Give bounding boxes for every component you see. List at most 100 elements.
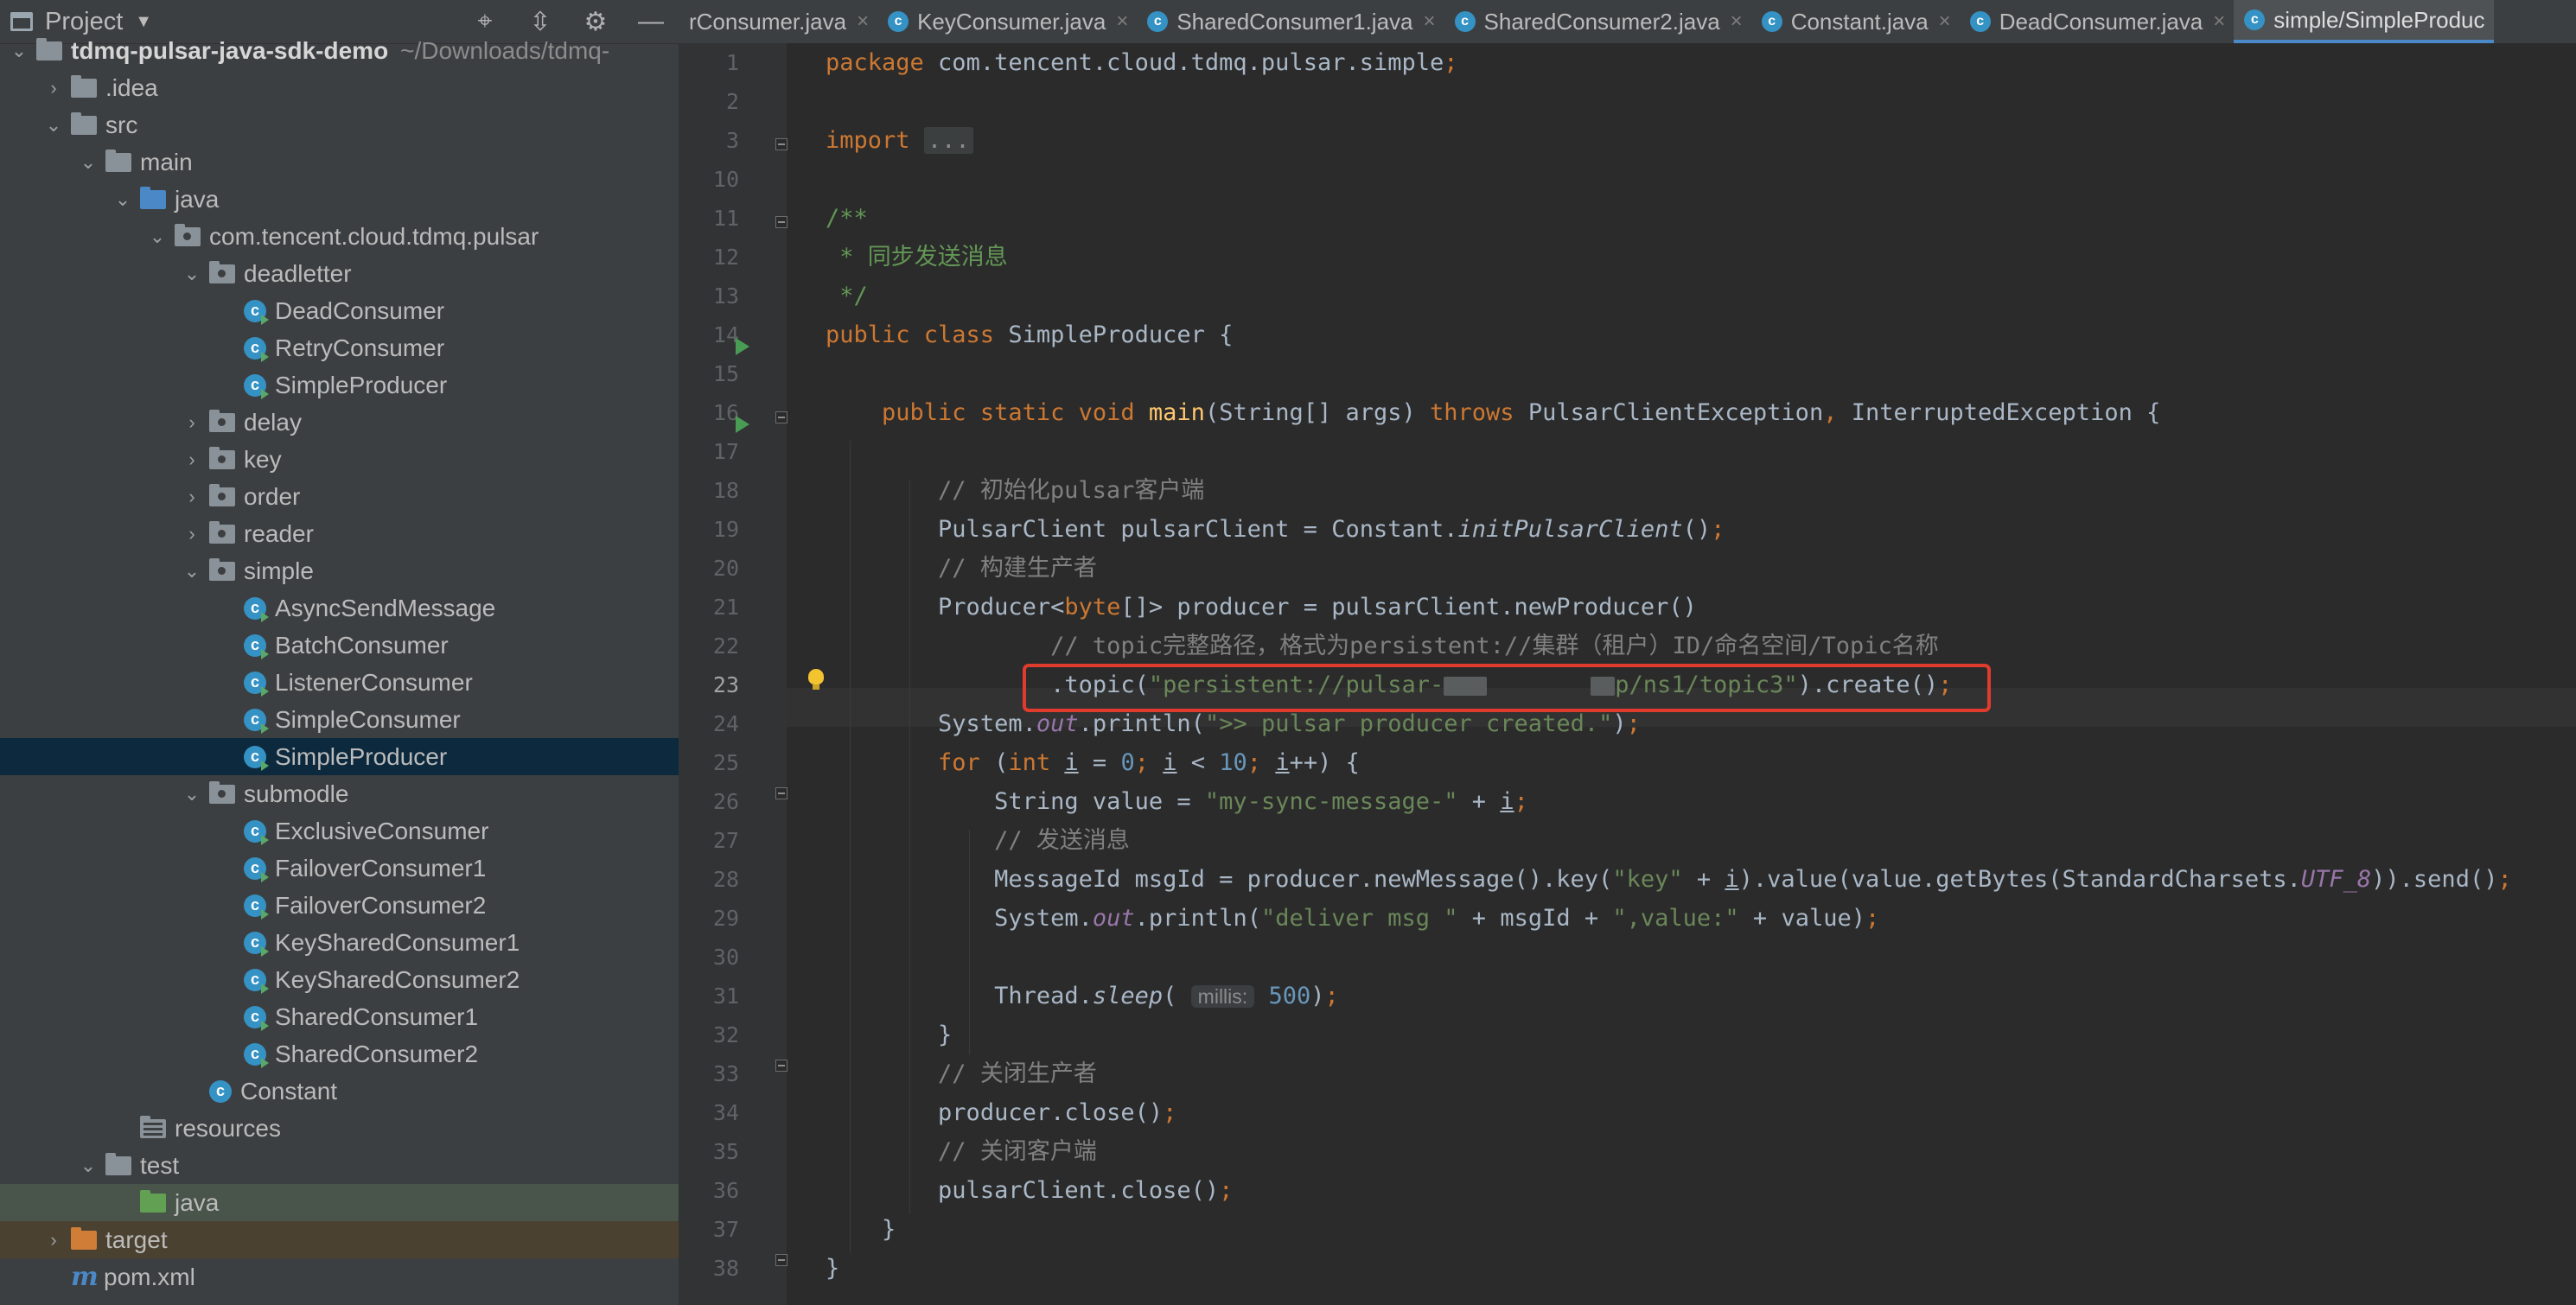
editor-tab[interactable]: c Constant.java × bbox=[1751, 0, 1960, 43]
chevron-down-icon[interactable]: ⌄ bbox=[180, 783, 204, 805]
java-class-icon: c bbox=[2244, 10, 2266, 30]
close-icon[interactable]: × bbox=[1116, 10, 1128, 34]
fold-import-icon[interactable] bbox=[775, 138, 787, 150]
line-number: 1 bbox=[725, 50, 739, 75]
chevron-down-icon[interactable]: ⌄ bbox=[41, 114, 66, 137]
fold-for-icon[interactable] bbox=[775, 787, 787, 799]
close-icon[interactable]: × bbox=[1731, 10, 1743, 34]
tree-item[interactable]: › order bbox=[0, 478, 679, 515]
tree-item[interactable]: ›cAsyncSendMessage bbox=[0, 589, 679, 627]
fold-for-end-icon[interactable] bbox=[775, 1060, 787, 1072]
java-class-icon: c bbox=[244, 671, 269, 697]
run-class-icon[interactable] bbox=[736, 338, 749, 355]
code-line-35: // 关闭客户端 bbox=[938, 1138, 1097, 1165]
editor-tab[interactable]: c SharedConsumer2.java × bbox=[1444, 0, 1751, 43]
param-hint: millis: bbox=[1190, 985, 1255, 1008]
code-line-29: System.out.println("deliver msg " + msgI… bbox=[994, 905, 1880, 932]
chevron-down-icon[interactable]: ⌄ bbox=[76, 151, 100, 174]
tree-item[interactable]: › delay bbox=[0, 404, 679, 441]
tree-item[interactable]: › .idea bbox=[0, 69, 679, 106]
tree-item[interactable]: ›cDeadConsumer bbox=[0, 292, 679, 329]
line-number: 12 bbox=[712, 245, 739, 270]
chevron-down-icon[interactable]: ⌄ bbox=[76, 1155, 100, 1177]
close-icon[interactable]: × bbox=[2213, 10, 2225, 34]
run-main-icon[interactable] bbox=[736, 416, 749, 433]
tree-item[interactable]: ›cExclusiveConsumer bbox=[0, 812, 679, 850]
editor-tab[interactable]: rConsumer.java × bbox=[679, 0, 877, 43]
chevron-right-icon[interactable]: › bbox=[41, 77, 66, 99]
code-line-1: package com.tencent.cloud.tdmq.pulsar.si… bbox=[826, 49, 1458, 76]
chevron-right-icon[interactable]: › bbox=[180, 486, 204, 508]
editor-tab[interactable]: c DeadConsumer.java × bbox=[1960, 0, 2235, 43]
tree-item[interactable]: ⌄ tdmq-pulsar-java-sdk-demo ~/Downloads/td… bbox=[0, 32, 679, 69]
tree-item[interactable]: ⌄ test bbox=[0, 1147, 679, 1184]
tree-item[interactable]: › reader bbox=[0, 515, 679, 552]
editor-tab[interactable]: c KeyConsumer.java × bbox=[877, 0, 1137, 43]
chevron-down-icon[interactable]: ⌄ bbox=[111, 188, 135, 211]
editor-tab[interactable]: c simple/SimpleProduc bbox=[2234, 0, 2494, 43]
tree-item[interactable]: ⌄ java bbox=[0, 181, 679, 218]
tree-item[interactable]: ›cRetryConsumer bbox=[0, 329, 679, 366]
tree-item[interactable]: ›cSharedConsumer2 bbox=[0, 1035, 679, 1073]
line-number: 14 bbox=[712, 322, 739, 347]
tree-item-label: tdmq-pulsar-java-sdk-demo bbox=[71, 36, 389, 64]
package-icon bbox=[209, 446, 235, 469]
java-class-icon: c bbox=[244, 856, 269, 882]
tree-item[interactable]: ›cSimpleProducer bbox=[0, 366, 679, 404]
code-line-25: for (int i = 0; i < 10; i++) { bbox=[938, 749, 1360, 776]
chevron-right-icon[interactable]: › bbox=[41, 1229, 66, 1251]
fold-main-end-icon[interactable] bbox=[775, 1254, 787, 1266]
java-class-icon: c bbox=[244, 299, 269, 325]
tree-item[interactable]: ›cFailoverConsumer2 bbox=[0, 887, 679, 924]
chevron-down-icon[interactable]: ⌄ bbox=[145, 226, 169, 248]
tree-item[interactable]: › key bbox=[0, 441, 679, 478]
tree-item[interactable]: ›cSimpleProducer bbox=[0, 738, 679, 775]
tree-item[interactable]: ⌄ src bbox=[0, 106, 679, 143]
tree-item[interactable]: ›cFailoverConsumer1 bbox=[0, 850, 679, 887]
chevron-right-icon[interactable]: › bbox=[180, 523, 204, 545]
tree-item[interactable]: › target bbox=[0, 1221, 679, 1258]
close-icon[interactable]: × bbox=[1424, 10, 1436, 34]
chevron-right-icon[interactable]: › bbox=[180, 411, 204, 434]
tree-item[interactable]: ›cBatchConsumer bbox=[0, 627, 679, 664]
chevron-right-icon[interactable]: › bbox=[180, 449, 204, 471]
fold-doc-icon[interactable] bbox=[775, 216, 787, 228]
tree-item[interactable]: ›cConstant bbox=[0, 1073, 679, 1110]
line-number: 21 bbox=[712, 595, 739, 620]
tree-item-label: java bbox=[175, 185, 220, 213]
tree-item[interactable]: ›cKeySharedConsumer1 bbox=[0, 924, 679, 961]
tree-item[interactable]: ›java bbox=[0, 1184, 679, 1221]
chevron-down-icon[interactable]: ⌄ bbox=[180, 560, 204, 582]
close-icon[interactable]: × bbox=[1939, 10, 1951, 34]
fold-main-icon[interactable] bbox=[775, 411, 787, 423]
chevron-down-icon[interactable]: ⌄ bbox=[180, 263, 204, 285]
code-line-34: producer.close(); bbox=[938, 1099, 1177, 1126]
tree-item-label: KeySharedConsumer1 bbox=[275, 928, 520, 956]
tree-item[interactable]: ›resources bbox=[0, 1110, 679, 1147]
close-icon[interactable]: × bbox=[857, 10, 869, 34]
tree-item[interactable]: ›cSimpleConsumer bbox=[0, 701, 679, 738]
tree-item[interactable]: ⌄ com.tencent.cloud.tdmq.pulsar bbox=[0, 218, 679, 255]
line-number: 25 bbox=[712, 750, 739, 775]
tree-item[interactable]: ›cListenerConsumer bbox=[0, 664, 679, 701]
java-class-icon: c bbox=[244, 336, 269, 362]
tree-item[interactable]: ⌄ submodle bbox=[0, 775, 679, 812]
code-line-28: MessageId msgId = producer.newMessage().… bbox=[994, 866, 2512, 893]
tree-item[interactable]: ⌄ main bbox=[0, 143, 679, 181]
chevron-down-icon[interactable]: ▼ bbox=[135, 12, 152, 32]
chevron-down-icon[interactable]: ⌄ bbox=[7, 40, 31, 62]
code-line-13: */ bbox=[826, 283, 868, 309]
tree-item[interactable]: ⌄ deadletter bbox=[0, 255, 679, 292]
tree-item[interactable]: ›cKeySharedConsumer2 bbox=[0, 961, 679, 998]
tree-item[interactable]: ⌄ simple bbox=[0, 552, 679, 589]
tree-item[interactable]: ›cSharedConsumer1 bbox=[0, 998, 679, 1035]
line-number: 35 bbox=[712, 1139, 739, 1164]
line-number: 20 bbox=[712, 556, 739, 581]
java-class-icon: c bbox=[1454, 11, 1476, 32]
tree-item-label: delay bbox=[244, 408, 302, 436]
tree-item[interactable]: ›mpom.xml bbox=[0, 1258, 679, 1295]
folder-icon bbox=[36, 37, 62, 60]
import-fold[interactable]: ... bbox=[923, 127, 973, 154]
package-icon bbox=[209, 409, 235, 432]
editor-tab[interactable]: c SharedConsumer1.java × bbox=[1137, 0, 1444, 43]
